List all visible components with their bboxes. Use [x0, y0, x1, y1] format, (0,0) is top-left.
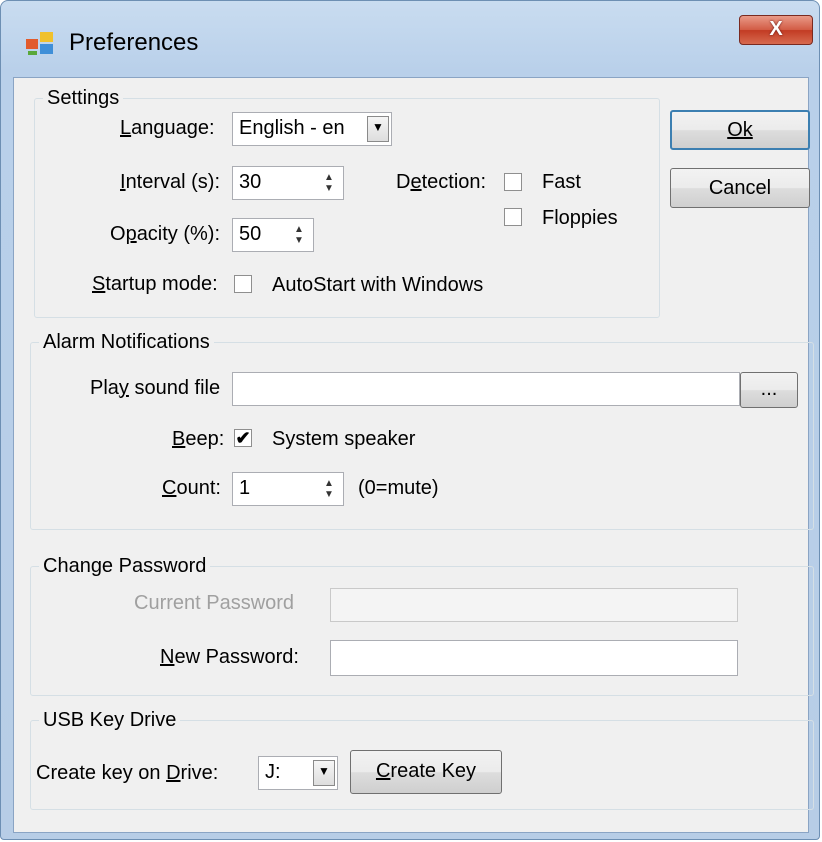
- browse-button[interactable]: ...: [740, 372, 798, 408]
- close-icon: X: [769, 18, 783, 40]
- interval-spin-buttons[interactable]: ▲ ▼: [318, 169, 340, 197]
- language-label: Language:: [120, 117, 215, 139]
- spin-down-icon[interactable]: ▼: [324, 183, 334, 194]
- system-speaker-label: System speaker: [272, 428, 416, 450]
- floppies-label: Floppies: [542, 207, 618, 229]
- language-dropdown[interactable]: English - en ▼: [232, 112, 392, 146]
- new-password-label: New Password:: [160, 646, 299, 668]
- interval-label: Interval (s):: [120, 171, 221, 193]
- current-password-label: Current Password: [134, 592, 295, 614]
- title-bar[interactable]: Preferences X: [1, 1, 821, 77]
- language-value: English - en: [239, 117, 345, 139]
- interval-stepper[interactable]: 30 ▲ ▼: [232, 166, 344, 200]
- mute-hint: (0=mute): [358, 477, 439, 499]
- preferences-window: Preferences X Settings Language: English…: [0, 0, 820, 840]
- password-group-label: Change Password: [39, 554, 211, 578]
- current-password-input[interactable]: [330, 588, 738, 622]
- play-sound-label: Play sound file: [90, 377, 221, 399]
- dialog-client-area: Settings Language: English - en ▼ Interv…: [13, 77, 814, 833]
- change-password-group: Change Password: [30, 554, 814, 696]
- drive-dropdown[interactable]: J: ▼: [258, 756, 338, 790]
- count-value: 1: [239, 477, 251, 499]
- app-icon: [26, 32, 53, 55]
- drive-value: J:: [265, 761, 281, 783]
- chevron-down-icon[interactable]: ▼: [313, 760, 335, 786]
- alarm-group-label: Alarm Notifications: [39, 330, 214, 354]
- sound-file-input[interactable]: [232, 372, 740, 406]
- spin-down-icon[interactable]: ▼: [294, 235, 304, 246]
- spin-down-icon[interactable]: ▼: [324, 489, 334, 500]
- startup-mode-label: Startup mode:: [92, 273, 218, 295]
- fast-label: Fast: [542, 171, 581, 193]
- spin-up-icon[interactable]: ▲: [294, 224, 304, 235]
- floppies-checkbox[interactable]: [504, 208, 522, 226]
- close-button[interactable]: X: [739, 15, 813, 45]
- beep-label: Beep:: [172, 428, 225, 450]
- settings-group-label: Settings: [43, 86, 124, 110]
- ok-button[interactable]: Ok: [670, 110, 810, 150]
- window-title: Preferences: [69, 29, 199, 56]
- chevron-down-icon[interactable]: ▼: [367, 116, 389, 142]
- cancel-button-label: Cancel: [708, 177, 772, 199]
- system-speaker-checkbox[interactable]: ✔: [234, 429, 252, 447]
- autostart-checkbox[interactable]: [234, 275, 252, 293]
- fast-checkbox[interactable]: [504, 173, 522, 191]
- interval-value: 30: [239, 171, 262, 193]
- check-icon: ✔: [235, 428, 251, 448]
- opacity-label: Opacity (%):: [110, 223, 221, 245]
- usb-group-label: USB Key Drive: [39, 708, 181, 732]
- detection-label: Detection:: [396, 171, 487, 193]
- create-key-label: Create Key: [375, 760, 477, 782]
- opacity-stepper[interactable]: 50 ▲ ▼: [232, 218, 314, 252]
- alarm-notifications-group: Alarm Notifications: [30, 330, 814, 530]
- count-label: Count:: [162, 477, 221, 499]
- browse-button-label: ...: [760, 378, 778, 400]
- ok-button-label: Ok: [727, 119, 753, 141]
- opacity-spin-buttons[interactable]: ▲ ▼: [288, 221, 310, 249]
- count-stepper[interactable]: 1 ▲ ▼: [232, 472, 344, 506]
- count-spin-buttons[interactable]: ▲ ▼: [318, 475, 340, 503]
- new-password-input[interactable]: [330, 640, 738, 676]
- cancel-button[interactable]: Cancel: [670, 168, 810, 208]
- opacity-value: 50: [239, 223, 262, 245]
- spin-up-icon[interactable]: ▲: [324, 172, 334, 183]
- autostart-label: AutoStart with Windows: [272, 274, 484, 296]
- create-key-on-drive-label: Create key on Drive:: [36, 762, 219, 784]
- spin-up-icon[interactable]: ▲: [324, 478, 334, 489]
- create-key-button[interactable]: Create Key: [350, 750, 502, 794]
